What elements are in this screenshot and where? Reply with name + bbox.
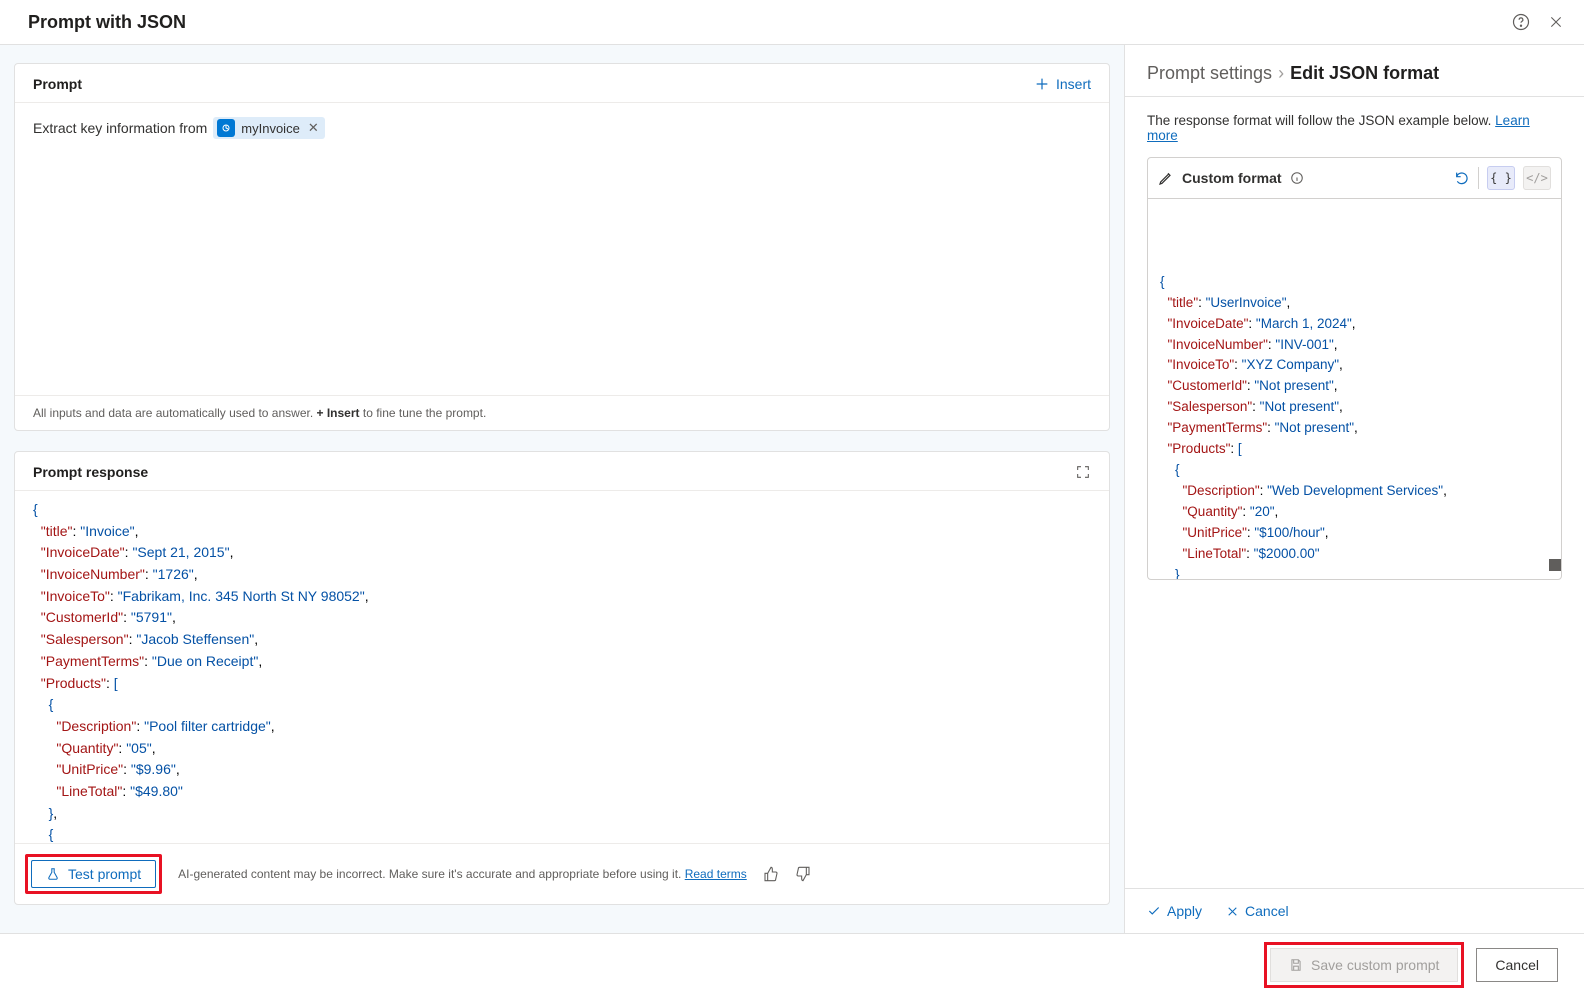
settings-action-row: Apply Cancel — [1125, 888, 1584, 933]
highlight-save-prompt: Save custom prompt — [1264, 942, 1464, 988]
response-section-title: Prompt response — [33, 464, 148, 480]
apply-button[interactable]: Apply — [1147, 903, 1202, 919]
flask-icon — [46, 867, 60, 881]
thumbs-down-icon[interactable] — [795, 866, 811, 882]
custom-format-editor[interactable]: { "title": "UserInvoice", "InvoiceDate":… — [1148, 199, 1561, 579]
highlight-test-prompt: Test prompt — [25, 854, 162, 894]
test-prompt-button[interactable]: Test prompt — [31, 860, 156, 888]
dialog-footer: Save custom prompt Cancel — [0, 933, 1584, 995]
breadcrumb-parent[interactable]: Prompt settings — [1147, 63, 1272, 84]
chip-label: myInvoice — [241, 121, 300, 136]
main-left-column: Prompt Insert Extract key information fr… — [0, 45, 1124, 933]
prompt-hint: All inputs and data are automatically us… — [15, 395, 1109, 430]
code-view-toggle[interactable]: </> — [1523, 166, 1551, 190]
chevron-right-icon: › — [1278, 63, 1284, 84]
pen-icon — [1158, 170, 1174, 186]
plus-icon — [1034, 76, 1050, 92]
insert-button[interactable]: Insert — [1034, 76, 1091, 92]
prompt-card: Prompt Insert Extract key information fr… — [14, 63, 1110, 431]
format-description: The response format will follow the JSON… — [1125, 97, 1584, 157]
json-view-toggle[interactable]: { } — [1487, 166, 1515, 190]
page-title: Prompt with JSON — [28, 12, 186, 33]
ai-disclaimer-text: AI-generated content may be incorrect. M… — [178, 867, 747, 881]
save-icon — [1289, 958, 1303, 972]
response-json-output[interactable]: { "title": "Invoice", "InvoiceDate": "Se… — [15, 490, 1109, 844]
help-icon[interactable] — [1512, 13, 1530, 31]
breadcrumb-current: Edit JSON format — [1290, 63, 1439, 84]
info-icon[interactable] — [1290, 171, 1304, 185]
prompt-section-title: Prompt — [33, 76, 82, 92]
thumbs-up-icon[interactable] — [763, 866, 779, 882]
custom-format-box: Custom format { } </> { "title": "UserIn… — [1147, 157, 1562, 580]
cancel-button[interactable]: Cancel — [1476, 948, 1558, 982]
read-terms-link[interactable]: Read terms — [685, 867, 747, 881]
document-icon — [217, 119, 235, 137]
breadcrumb: Prompt settings › Edit JSON format — [1125, 45, 1584, 96]
custom-format-title: Custom format — [1182, 170, 1282, 186]
revert-icon[interactable] — [1454, 170, 1470, 186]
prompt-editor[interactable]: Extract key information from myInvoice ✕ — [15, 103, 1109, 262]
settings-panel: Prompt settings › Edit JSON format The r… — [1124, 45, 1584, 933]
chip-remove-icon[interactable]: ✕ — [308, 120, 319, 136]
cancel-settings-button[interactable]: Cancel — [1226, 903, 1289, 919]
prompt-text: Extract key information from — [33, 120, 207, 136]
prompt-response-card: Prompt response { "title": "Invoice", "I… — [14, 451, 1110, 905]
check-icon — [1147, 904, 1161, 918]
close-icon[interactable] — [1548, 14, 1564, 30]
expand-icon[interactable] — [1075, 464, 1091, 480]
variable-chip-myinvoice[interactable]: myInvoice ✕ — [213, 117, 324, 139]
dialog-header: Prompt with JSON — [0, 0, 1584, 45]
x-icon — [1226, 905, 1239, 918]
insert-label: Insert — [1056, 76, 1091, 92]
save-custom-prompt-button[interactable]: Save custom prompt — [1270, 948, 1458, 982]
resize-handle-icon[interactable] — [1549, 559, 1561, 571]
